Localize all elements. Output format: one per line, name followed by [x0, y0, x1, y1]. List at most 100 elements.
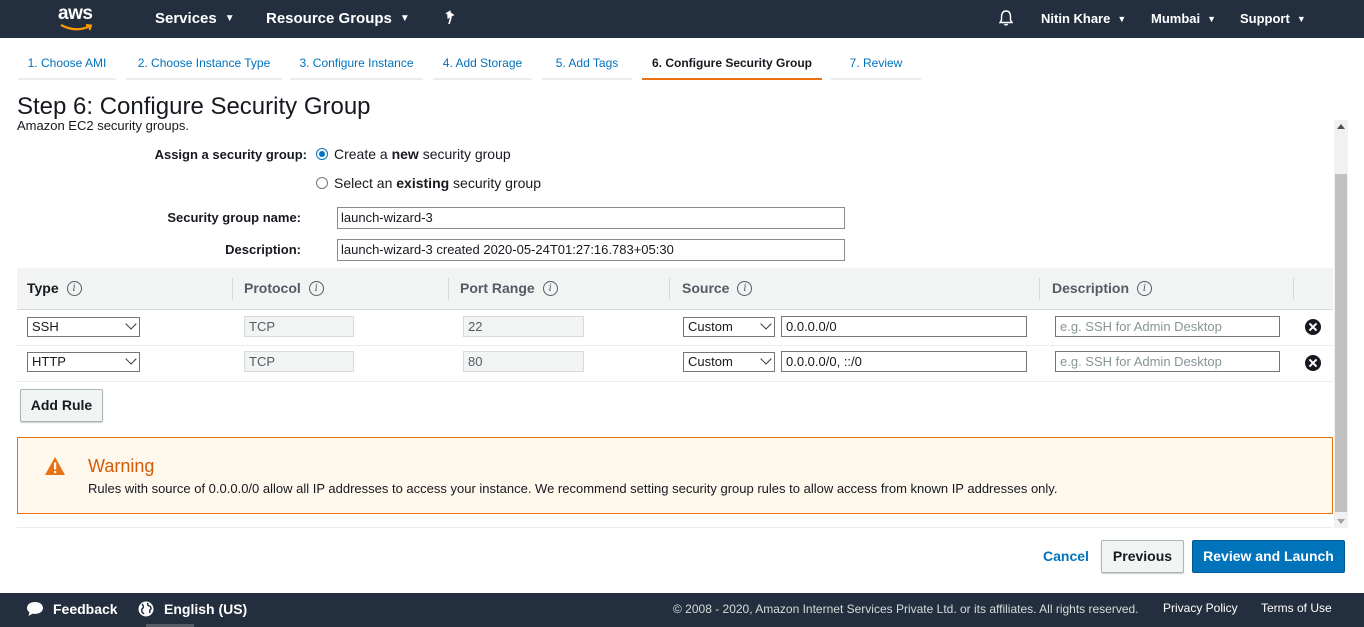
user-name: Nitin Khare [1041, 11, 1111, 26]
source-type-value: Custom [688, 354, 733, 369]
radio-new-text-bold: new [391, 146, 419, 162]
aws-logo[interactable]: aws [58, 3, 102, 35]
info-icon[interactable]: i [542, 280, 558, 296]
step-configure-instance[interactable]: 3. Configure Instance [290, 56, 423, 80]
chevron-down-icon: ▼ [1207, 14, 1217, 24]
radio-existing-text-post: security group [449, 175, 541, 191]
globe-icon [138, 601, 154, 617]
chevron-down-icon: ▼ [1296, 14, 1306, 24]
resource-groups-menu[interactable]: Resource Groups ▼ [266, 10, 410, 27]
column-divider [669, 278, 670, 300]
header-type-label: Type [27, 280, 59, 296]
source-type-value: Custom [688, 319, 733, 334]
info-icon[interactable]: i [308, 280, 324, 296]
chevron-down-icon: ▼ [1117, 14, 1127, 24]
bell-icon[interactable] [997, 9, 1015, 27]
scroll-up-arrow-icon[interactable] [1337, 124, 1345, 129]
previous-button[interactable]: Previous [1101, 540, 1184, 573]
step-choose-ami[interactable]: 1. Choose AMI [18, 56, 116, 80]
security-group-name-label: Security group name: [167, 210, 301, 225]
source-type-select[interactable]: Custom [683, 317, 775, 337]
warning-text: Rules with source of 0.0.0.0/0 allow all… [88, 481, 1058, 496]
header-port-range-label: Port Range [460, 280, 535, 296]
add-rule-button[interactable]: Add Rule [20, 389, 103, 422]
header-source: Source i [682, 280, 753, 296]
info-icon[interactable]: i [737, 280, 753, 296]
description-input[interactable]: launch-wizard-3 created 2020-05-24T01:27… [337, 239, 845, 261]
chevron-down-icon [760, 318, 772, 330]
region-label: Mumbai [1151, 11, 1201, 26]
header-protocol: Protocol i [244, 280, 324, 296]
header-source-label: Source [682, 280, 730, 296]
warning-title: Warning [88, 456, 155, 476]
language-selector[interactable]: English (US) [138, 601, 247, 617]
column-divider [1293, 278, 1294, 300]
warning-icon [45, 457, 65, 475]
info-icon[interactable]: i [1137, 280, 1153, 296]
remove-rule-icon[interactable] [1305, 355, 1321, 371]
step-add-tags[interactable]: 5. Add Tags [542, 56, 632, 80]
chevron-down-icon [125, 318, 137, 330]
column-divider [232, 278, 233, 300]
user-menu[interactable]: Nitin Khare ▼ [1041, 11, 1126, 26]
aws-logo-text: aws [58, 3, 93, 24]
header-description: Description i [1052, 280, 1153, 296]
type-select[interactable]: HTTP [27, 352, 140, 372]
copyright-text: © 2008 - 2020, Amazon Internet Services … [673, 602, 1139, 616]
cancel-link[interactable]: Cancel [1043, 548, 1089, 564]
source-cidr-input[interactable]: 0.0.0.0/0 [781, 316, 1027, 337]
radio-select-existing[interactable]: Select an existing security group [316, 175, 541, 191]
support-menu[interactable]: Support ▼ [1240, 11, 1306, 26]
rule-description-input[interactable]: e.g. SSH for Admin Desktop [1055, 351, 1280, 372]
actions-divider [17, 527, 1333, 528]
terms-of-use-link[interactable]: Terms of Use [1261, 601, 1332, 615]
security-group-name-input[interactable]: launch-wizard-3 [337, 207, 845, 229]
step-review[interactable]: 7. Review [831, 56, 921, 80]
port-range-field: 22 [463, 316, 584, 337]
warning-alert: Warning Rules with source of 0.0.0.0/0 a… [17, 437, 1333, 514]
page-subtitle: Amazon EC2 security groups. [17, 118, 189, 133]
description-label: Description: [225, 242, 301, 257]
header-type: Type i [27, 280, 82, 296]
type-select[interactable]: SSH [27, 317, 140, 337]
region-menu[interactable]: Mumbai ▼ [1151, 11, 1216, 26]
scroll-down-arrow-icon[interactable] [1337, 519, 1345, 524]
step-add-storage[interactable]: 4. Add Storage [433, 56, 532, 80]
footer: Feedback English (US) © 2008 - 2020, Ama… [0, 593, 1364, 627]
step-choose-instance-type[interactable]: 2. Choose Instance Type [126, 56, 282, 80]
support-label: Support [1240, 11, 1290, 26]
pin-icon[interactable] [444, 10, 458, 26]
chevron-down-icon: ▼ [224, 13, 235, 24]
source-cidr-input[interactable]: 0.0.0.0/0, ::/0 [781, 351, 1027, 372]
remove-rule-icon[interactable] [1305, 319, 1321, 335]
vertical-scrollbar[interactable] [1334, 120, 1348, 528]
type-select-value: HTTP [32, 354, 66, 369]
top-navigation: aws Services ▼ Resource Groups ▼ Nitin Kha… [0, 0, 1364, 38]
services-menu[interactable]: Services ▼ [155, 10, 235, 27]
privacy-policy-link[interactable]: Privacy Policy [1163, 601, 1238, 615]
step-configure-security-group[interactable]: 6. Configure Security Group [642, 56, 822, 80]
review-and-launch-button[interactable]: Review and Launch [1192, 540, 1345, 573]
feedback-icon [27, 602, 43, 616]
header-protocol-label: Protocol [244, 280, 301, 296]
radio-button[interactable] [316, 177, 328, 189]
radio-existing-text-pre: Select an [334, 175, 397, 191]
source-type-select[interactable]: Custom [683, 352, 775, 372]
scroll-thumb[interactable] [1335, 174, 1347, 512]
feedback-link[interactable]: Feedback [26, 601, 118, 617]
chevron-down-icon: ▼ [399, 13, 410, 24]
protocol-field: TCP [244, 316, 354, 337]
wizard-steps: 1. Choose AMI 2. Choose Instance Type 3.… [0, 38, 1364, 82]
radio-new-text-pre: Create a [334, 146, 392, 162]
radio-existing-text-bold: existing [396, 175, 450, 191]
radio-button-checked[interactable] [316, 148, 328, 160]
header-port-range: Port Range i [460, 280, 558, 296]
port-range-field: 80 [463, 351, 584, 372]
info-icon[interactable]: i [66, 280, 82, 296]
radio-create-new[interactable]: Create a new security group [316, 146, 511, 162]
rule-description-input[interactable]: e.g. SSH for Admin Desktop [1055, 316, 1280, 337]
type-select-value: SSH [32, 319, 59, 334]
rules-table-header: Type i Protocol i Port Range i Source i Desc… [17, 268, 1333, 310]
page-title: Step 6: Configure Security Group [17, 93, 371, 120]
header-description-label: Description [1052, 280, 1130, 296]
